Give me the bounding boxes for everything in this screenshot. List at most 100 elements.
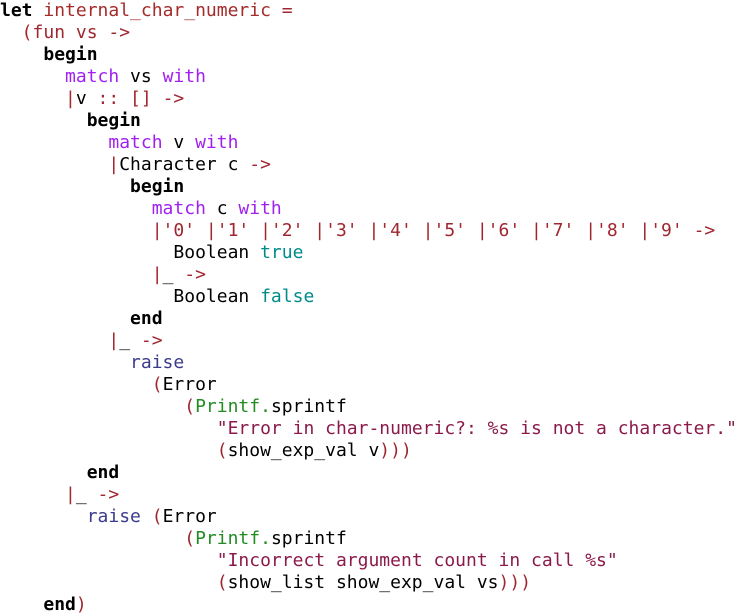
code-token: Printf. (195, 528, 271, 549)
code-token: let (0, 0, 33, 21)
code-token: _ (119, 330, 141, 351)
code-token: |'0' |'1' |'2' |'3' |'4' |'5' |'6' |'7' … (0, 220, 716, 241)
code-line: |_ -> (0, 484, 119, 506)
code-line: Boolean false (0, 286, 314, 308)
code-token: -> (108, 22, 131, 43)
code-token: | (0, 484, 76, 505)
code-line: |'0' |'1' |'2' |'3' |'4' |'5' |'6' |'7' … (0, 220, 716, 242)
code-token: false (260, 286, 315, 307)
code-token: raise (130, 352, 185, 373)
code-line: match v with (0, 132, 238, 154)
code-token: ( (140, 506, 163, 527)
code-line: begin (0, 176, 184, 198)
code-token: ( (0, 440, 228, 461)
code-token: raise (86, 506, 141, 527)
code-token: internal_char_numeric (43, 0, 271, 21)
code-token: Error (162, 506, 217, 527)
code-line: |_ -> (0, 264, 206, 286)
code-token: -> (97, 484, 120, 505)
code-token: Printf. (195, 396, 271, 417)
code-token: "Incorrect argument count in call %s" (216, 550, 618, 571)
code-token: -> (184, 264, 206, 285)
code-line: (Printf.sprintf (0, 528, 347, 550)
code-token: match (65, 66, 120, 87)
code-token: end (130, 308, 163, 329)
code-token: Boolean (0, 286, 261, 307)
code-token: sprintf (270, 528, 347, 549)
code-line: begin (0, 110, 141, 132)
code-token: ))) (379, 440, 412, 461)
code-token: v (75, 88, 98, 109)
code-line: end) (0, 594, 87, 614)
code-token: begin (43, 44, 98, 65)
code-line: raise (Error (0, 506, 217, 528)
code-token: ( (0, 572, 228, 593)
code-line: match vs with (0, 66, 206, 88)
code-line: |_ -> (0, 330, 163, 352)
code-token: ( (0, 22, 33, 43)
code-token: vs (119, 66, 163, 87)
code-line: |v :: [] -> (0, 88, 184, 110)
code-token: fun (32, 22, 66, 43)
code-token: Boolean (0, 242, 261, 263)
code-line: end (0, 308, 163, 330)
code-token: match (151, 198, 206, 219)
code-line: Boolean true (0, 242, 303, 264)
code-token: -> (140, 330, 163, 351)
code-token: match (108, 132, 163, 153)
code-token: show_list show_exp_val vs (227, 572, 499, 593)
code-token: end (43, 594, 76, 614)
code-token: "Error in char-numeric?: %s is not a cha… (216, 418, 737, 439)
code-token: vs (65, 22, 109, 43)
code-token: end (86, 462, 120, 483)
code-token: Error (162, 374, 217, 395)
code-token: with (238, 198, 282, 219)
code-line: (Printf.sprintf (0, 396, 347, 418)
code-line: (Error (0, 374, 217, 396)
code-token: sprintf (270, 396, 347, 417)
code-line: "Incorrect argument count in call %s" (0, 550, 618, 572)
code-token: _ (75, 484, 98, 505)
code-token: with (195, 132, 239, 153)
code-token: true (260, 242, 304, 263)
code-line: (fun vs -> (0, 22, 130, 44)
code-line: "Error in char-numeric?: %s is not a cha… (0, 418, 737, 440)
code-token: | (0, 264, 163, 285)
code-token: = (270, 0, 293, 21)
code-token: ( (0, 396, 196, 417)
code-line: let internal_char_numeric = (0, 0, 293, 22)
code-token: | (0, 330, 120, 351)
code-editor[interactable]: let internal_char_numeric = (fun vs -> b… (0, 0, 750, 614)
code-token: :: [] -> (97, 88, 185, 109)
code-line: raise (0, 352, 184, 374)
code-line: match c with (0, 198, 282, 220)
code-line: (show_exp_val v))) (0, 440, 412, 462)
code-line: begin (0, 44, 98, 66)
code-line: end (0, 462, 120, 484)
code-token: begin (130, 176, 185, 197)
code-token: ))) (498, 572, 532, 593)
code-token: ) (75, 594, 87, 614)
code-line: (show_list show_exp_val vs))) (0, 572, 531, 594)
code-token: show_exp_val v (227, 440, 380, 461)
code-line: |Character c -> (0, 154, 271, 176)
code-token: c (205, 198, 239, 219)
code-token: Character c (119, 154, 250, 175)
code-token: ( (0, 528, 196, 549)
code-token: begin (86, 110, 141, 131)
code-token: | (0, 88, 76, 109)
code-token: | (0, 154, 120, 175)
code-token: with (162, 66, 206, 87)
